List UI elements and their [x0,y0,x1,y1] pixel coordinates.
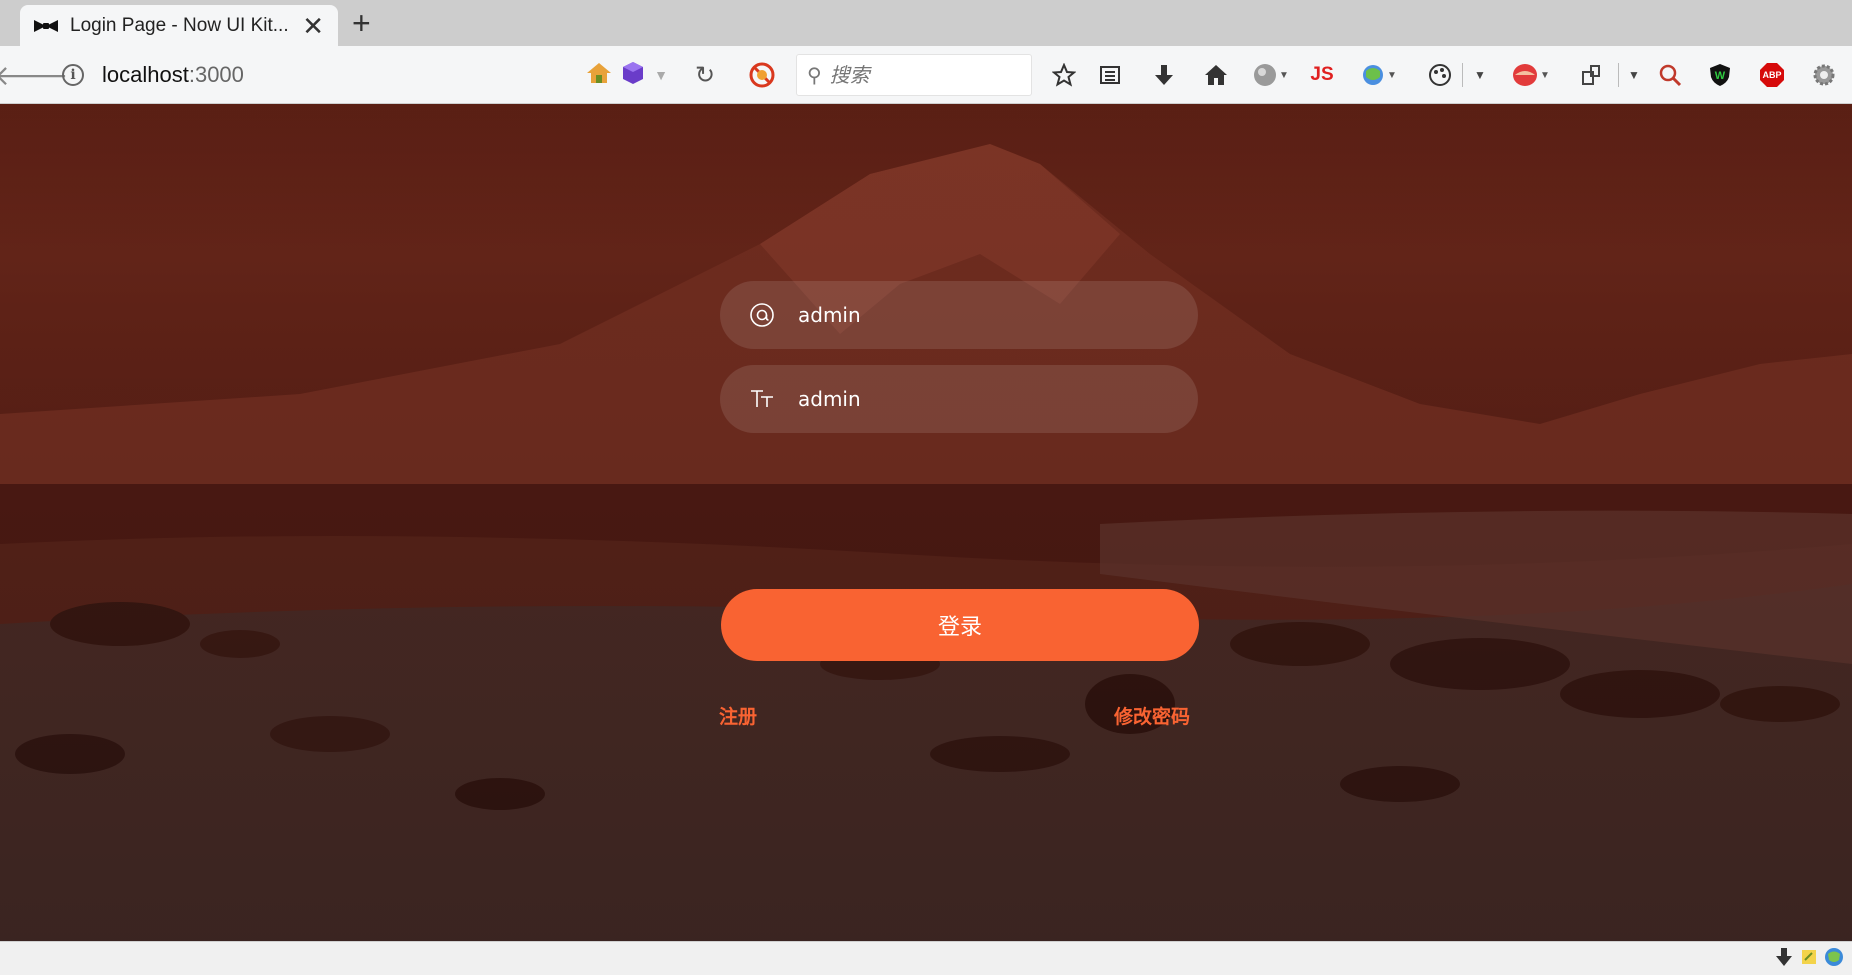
status-icons [1774,946,1844,973]
login-button[interactable]: 登录 [721,589,1199,661]
home-extension-icon[interactable] [586,61,612,90]
globe-sync-icon[interactable] [1824,947,1844,972]
tab-title: Login Page - Now UI Kit... [70,14,289,36]
js-label: JS [1310,64,1334,85]
js-extension-icon[interactable]: JS [1302,46,1342,104]
bowtie-icon [34,19,58,33]
browser-status-bar [0,941,1852,975]
settings-gear-icon[interactable] [1804,46,1844,104]
search-icon: ⚲ [807,64,822,87]
share-icon[interactable] [1572,46,1612,104]
text-size-icon [748,385,776,413]
at-sign-icon [748,301,776,329]
browser-tab-bar: Login Page - Now UI Kit... ✕ + [0,0,1852,46]
translate-extension-icon[interactable]: ▼ [1356,46,1402,104]
toolbar-divider [1618,63,1619,87]
login-page: 登录 注册 修改密码 [0,104,1852,941]
palette-icon[interactable] [1420,46,1460,104]
cube-extension-icon[interactable] [622,61,644,90]
red-ball-extension-icon[interactable]: ▼ [1508,46,1554,104]
home-icon[interactable] [1196,46,1236,104]
browser-tab[interactable]: Login Page - Now UI Kit... ✕ [20,5,338,46]
reading-list-icon[interactable] [1090,46,1130,104]
change-password-link[interactable]: 修改密码 [1114,702,1190,729]
chevron-down-icon[interactable]: ▼ [1466,46,1494,104]
note-icon[interactable] [1800,948,1818,971]
new-tab-button[interactable]: + [352,6,371,40]
back-arrow-icon[interactable]: 🡐 [0,46,69,104]
search-input[interactable] [829,63,1010,87]
dropdown-arrow-icon[interactable]: ▼ [654,67,668,83]
site-info-icon[interactable]: i [60,46,86,104]
download-icon[interactable] [1774,946,1794,973]
close-tab-icon[interactable]: ✕ [302,13,324,39]
username-input[interactable] [798,303,1178,327]
download-icon[interactable] [1144,46,1184,104]
block-icon[interactable] [746,46,778,104]
abp-label: ABP [1762,70,1782,80]
toolbar-divider [1462,63,1463,87]
url-port: :3000 [188,62,244,87]
chevron-down-icon[interactable]: ▼ [1620,46,1648,104]
address-bar[interactable]: localhost:3000 [102,60,244,90]
shield-icon[interactable]: W [1700,46,1740,104]
password-field[interactable] [720,365,1198,433]
password-input[interactable] [798,387,1178,411]
globe-extension-icon[interactable]: ▼ [1248,46,1294,104]
bookmark-star-icon[interactable] [1044,46,1084,104]
register-link[interactable]: 注册 [719,702,757,729]
username-field[interactable] [720,281,1198,349]
color-overlay [0,104,1852,941]
search-bar[interactable]: ⚲ [796,54,1032,96]
adblock-icon[interactable]: ABP [1752,46,1792,104]
zoom-icon[interactable] [1650,46,1690,104]
svg-text:W: W [1715,70,1726,82]
address-bar-icons: ▼ [582,46,672,104]
url-host: localhost [102,62,189,87]
reload-icon[interactable]: ↻ [690,46,720,104]
browser-toolbar: 🡐 i localhost:3000 ▼ ↻ ⚲ ▼ JS [0,46,1852,104]
